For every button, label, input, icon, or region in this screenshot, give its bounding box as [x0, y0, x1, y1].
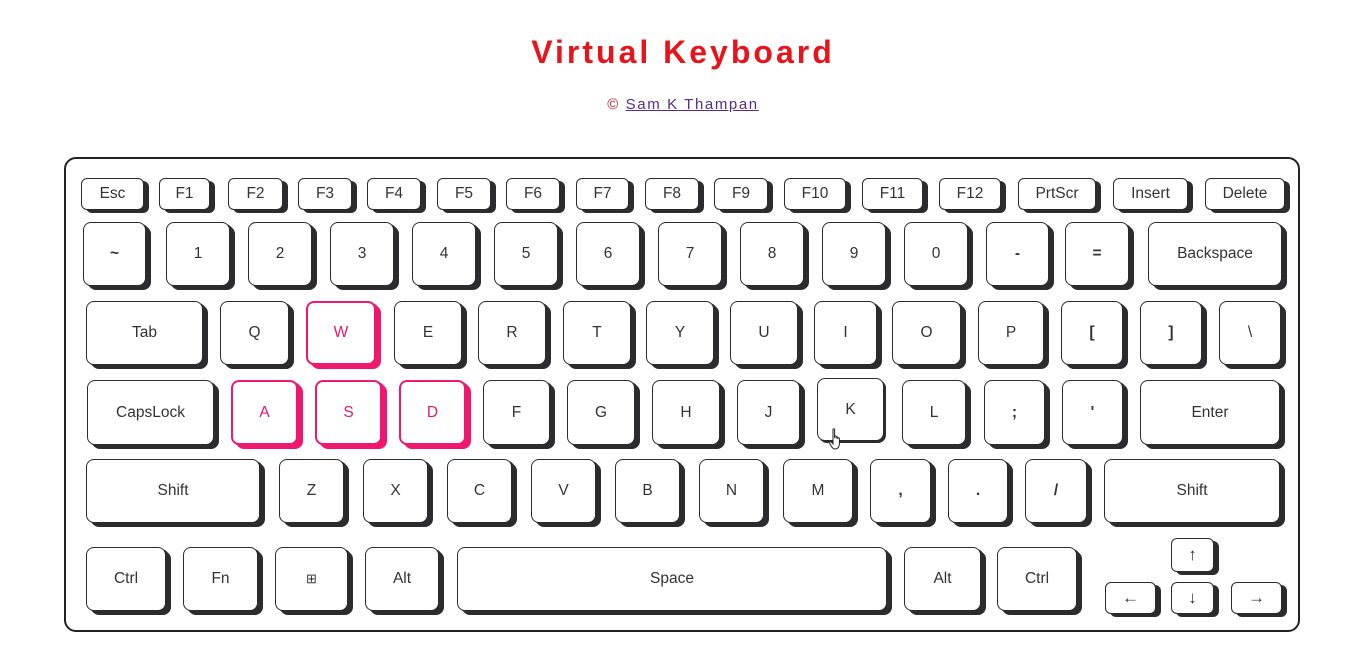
key-l[interactable]: L	[902, 380, 966, 445]
key-shift-right[interactable]: Shift	[1104, 459, 1280, 523]
key-slash[interactable]: /	[1025, 459, 1087, 523]
key-period[interactable]: .	[948, 459, 1008, 523]
key-capslock[interactable]: CapsLock	[87, 380, 214, 445]
key-j[interactable]: J	[737, 380, 800, 445]
key-q[interactable]: Q	[220, 301, 289, 365]
page-title: Virtual Keyboard	[531, 34, 835, 70]
key-f[interactable]: F	[483, 380, 550, 445]
key-prtscr[interactable]: PrtScr	[1018, 178, 1096, 210]
key-i[interactable]: I	[814, 301, 877, 365]
key-r[interactable]: R	[478, 301, 546, 365]
key-n[interactable]: N	[699, 459, 764, 523]
key-3[interactable]: 3	[330, 222, 394, 286]
key-arrow-right[interactable]: →	[1231, 582, 1282, 614]
key-a[interactable]: A	[231, 380, 298, 445]
key-s[interactable]: S	[315, 380, 382, 445]
key-enter[interactable]: Enter	[1140, 380, 1280, 445]
key-d[interactable]: D	[399, 380, 466, 445]
key-1[interactable]: 1	[166, 222, 230, 286]
key-v[interactable]: V	[531, 459, 596, 523]
credit-line: © Sam K Thampan	[0, 96, 1366, 113]
key-comma[interactable]: ,	[870, 459, 931, 523]
key-6[interactable]: 6	[576, 222, 640, 286]
key-x[interactable]: X	[363, 459, 428, 523]
key-f11[interactable]: F11	[862, 178, 923, 210]
key-p[interactable]: P	[978, 301, 1044, 365]
key-4[interactable]: 4	[412, 222, 476, 286]
key-f4[interactable]: F4	[367, 178, 421, 210]
key-f12[interactable]: F12	[939, 178, 1001, 210]
key-0[interactable]: 0	[904, 222, 968, 286]
copyright-symbol: ©	[607, 96, 620, 113]
key-f2[interactable]: F2	[228, 178, 283, 210]
key-7[interactable]: 7	[658, 222, 722, 286]
key-space[interactable]: Space	[457, 547, 887, 611]
key-right-bracket[interactable]: ]	[1140, 301, 1202, 365]
key-minus[interactable]: -	[986, 222, 1049, 286]
key-y[interactable]: Y	[646, 301, 714, 365]
hand-cursor-icon	[828, 428, 840, 450]
key-shift-left[interactable]: Shift	[86, 459, 260, 523]
key-g[interactable]: G	[567, 380, 635, 445]
key-alt-right[interactable]: Alt	[904, 547, 981, 611]
key-o[interactable]: O	[892, 301, 961, 365]
key-alt-left[interactable]: Alt	[365, 547, 439, 611]
key-backslash[interactable]: \	[1219, 301, 1281, 365]
key-w[interactable]: W	[306, 301, 376, 365]
author-link[interactable]: Sam K Thampan	[626, 96, 759, 113]
key-f8[interactable]: F8	[645, 178, 699, 210]
key-f6[interactable]: F6	[506, 178, 560, 210]
windows-icon: ⊞	[306, 571, 317, 586]
key-insert[interactable]: Insert	[1113, 178, 1188, 210]
key-f5[interactable]: F5	[437, 178, 491, 210]
key-ctrl-right[interactable]: Ctrl	[997, 547, 1077, 611]
key-m[interactable]: M	[783, 459, 853, 523]
key-quote[interactable]: '	[1062, 380, 1123, 445]
key-tab[interactable]: Tab	[86, 301, 203, 365]
key-arrow-left[interactable]: ←	[1105, 582, 1156, 614]
key-esc[interactable]: Esc	[81, 178, 144, 210]
key-arrow-up[interactable]: ↑	[1171, 538, 1214, 572]
key-windows[interactable]: ⊞	[275, 547, 348, 611]
key-f1[interactable]: F1	[159, 178, 210, 210]
key-f10[interactable]: F10	[784, 178, 846, 210]
key-u[interactable]: U	[730, 301, 798, 365]
key-9[interactable]: 9	[822, 222, 886, 286]
key-b[interactable]: B	[615, 459, 680, 523]
key-5[interactable]: 5	[494, 222, 558, 286]
key-arrow-down[interactable]: ↓	[1171, 582, 1214, 614]
key-8[interactable]: 8	[740, 222, 804, 286]
key-equals[interactable]: =	[1065, 222, 1129, 286]
key-backspace[interactable]: Backspace	[1148, 222, 1282, 286]
key-e[interactable]: E	[394, 301, 462, 365]
key-t[interactable]: T	[563, 301, 631, 365]
key-fn[interactable]: Fn	[183, 547, 258, 611]
key-f9[interactable]: F9	[714, 178, 768, 210]
key-f3[interactable]: F3	[298, 178, 352, 210]
key-2[interactable]: 2	[248, 222, 312, 286]
key-f7[interactable]: F7	[576, 178, 629, 210]
key-ctrl-left[interactable]: Ctrl	[86, 547, 166, 611]
key-delete[interactable]: Delete	[1205, 178, 1285, 210]
key-left-bracket[interactable]: [	[1061, 301, 1123, 365]
key-h[interactable]: H	[652, 380, 720, 445]
key-z[interactable]: Z	[279, 459, 344, 523]
key-c[interactable]: C	[447, 459, 512, 523]
key-semicolon[interactable]: ;	[984, 380, 1045, 445]
key-tilde[interactable]: ~	[83, 222, 146, 286]
